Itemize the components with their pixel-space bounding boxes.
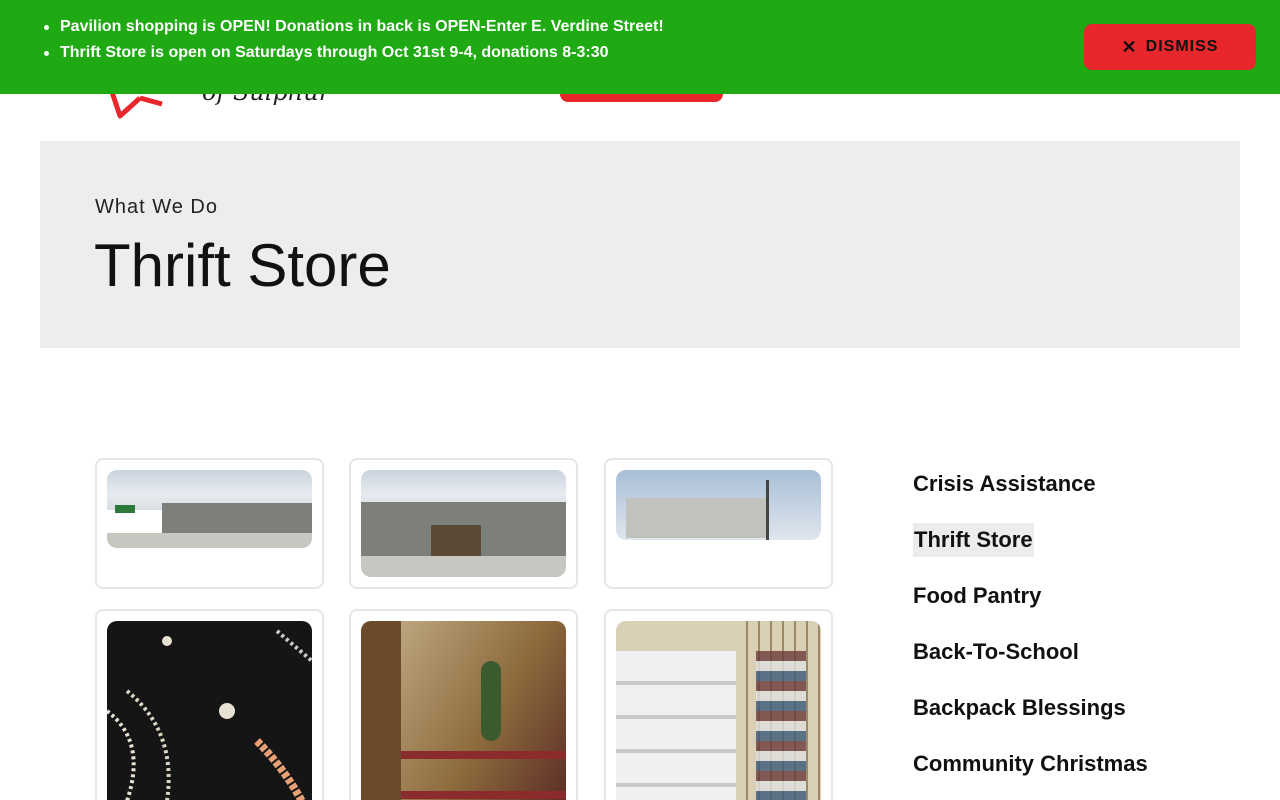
gallery-card[interactable] [95, 609, 324, 800]
section-eyebrow: What We Do [95, 196, 218, 218]
gallery-card[interactable] [95, 458, 324, 589]
gallery-card[interactable] [604, 458, 833, 589]
gallery-card[interactable] [349, 609, 578, 800]
sidebar-item-crisis-assistance[interactable]: Crisis Assistance [913, 467, 1096, 501]
sidebar-item-back-to-school[interactable]: Back-To-School [913, 635, 1079, 669]
dismiss-label: DISMISS [1145, 38, 1219, 55]
page-title: Thrift Store [94, 232, 391, 299]
gallery-card[interactable] [604, 609, 833, 800]
announcement-list: Pavilion shopping is OPEN! Donations in … [44, 14, 664, 66]
decor-shelves-photo[interactable] [361, 621, 566, 800]
announcement-item: Pavilion shopping is OPEN! Donations in … [44, 14, 664, 40]
sidebar-item-food-pantry[interactable]: Food Pantry [913, 579, 1041, 613]
glassware-mugs-photo[interactable] [616, 621, 821, 800]
sidebar-item-thrift-store[interactable]: Thrift Store [913, 523, 1034, 557]
services-sidebar: Crisis Assistance Thrift Store Food Pant… [913, 467, 1213, 800]
warehouse-photo[interactable] [616, 470, 821, 540]
storefront-photo-1[interactable] [107, 470, 312, 548]
dismiss-button[interactable]: ✕ DISMISS [1084, 24, 1256, 70]
page-hero: What We Do Thrift Store [40, 141, 1240, 348]
jewelry-photo[interactable] [107, 621, 312, 800]
announcement-item: Thrift Store is open on Saturdays throug… [44, 40, 664, 66]
announcement-banner: Pavilion shopping is OPEN! Donations in … [0, 0, 1280, 94]
storefront-photo-2[interactable] [361, 470, 566, 577]
sidebar-item-backpack-blessings[interactable]: Backpack Blessings [913, 691, 1126, 725]
gallery-card[interactable] [349, 458, 578, 589]
close-icon: ✕ [1121, 37, 1138, 57]
sidebar-item-community-christmas[interactable]: Community Christmas [913, 747, 1148, 781]
